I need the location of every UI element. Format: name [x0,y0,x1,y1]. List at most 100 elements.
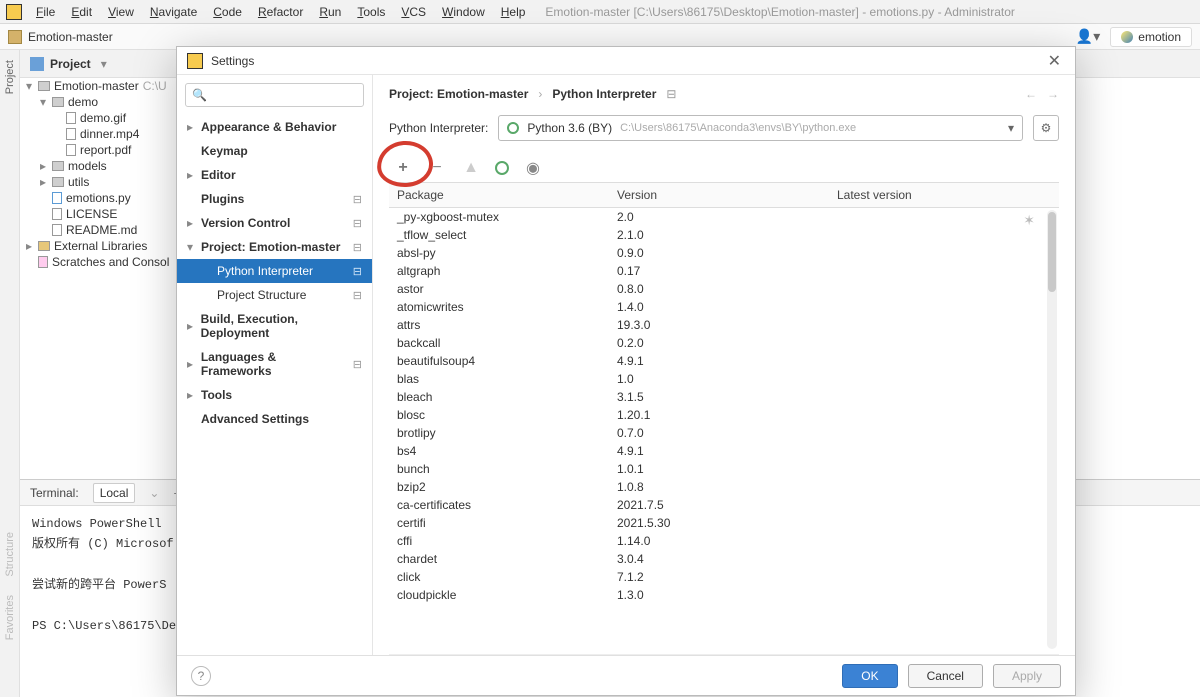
package-row[interactable]: atomicwrites1.4.0 [389,298,1059,316]
cancel-button[interactable]: Cancel [908,664,983,688]
package-row[interactable]: beautifulsoup44.9.1 [389,352,1059,370]
upgrade-package-button[interactable]: ▲ [461,159,481,177]
gutter-project[interactable]: Project [4,56,16,98]
project-icon [30,57,44,71]
python-icon [1121,31,1133,43]
package-row[interactable]: bleach3.1.5 [389,388,1059,406]
menu-window[interactable]: Window [434,2,493,22]
user-icon[interactable]: 👤▾ [1076,28,1100,45]
package-row[interactable]: bunch1.0.1 [389,460,1059,478]
dialog-app-icon [187,53,203,69]
folder-icon [8,30,22,44]
package-row[interactable]: astor0.8.0 [389,280,1059,298]
search-icon: 🔍 [192,88,207,102]
run-config-label: emotion [1138,30,1181,44]
package-row[interactable]: absl-py0.9.0 [389,244,1059,262]
package-table: Package Version Latest version ✶ _py-xgb… [389,183,1059,655]
settings-content: Project: Emotion-master › Python Interpr… [373,75,1075,655]
interpreter-label: Python Interpreter: [389,121,488,135]
interpreter-path: C:\Users\86175\Anaconda3\envs\BY\python.… [620,122,856,134]
package-row[interactable]: attrs19.3.0 [389,316,1059,334]
main-menubar: FileEditViewNavigateCodeRefactorRunTools… [0,0,1200,24]
package-scrollbar[interactable] [1047,210,1057,649]
package-row[interactable]: bzip21.0.8 [389,478,1059,496]
conda-toggle-button[interactable] [495,161,509,175]
interpreter-row: Python Interpreter: Python 3.6 (BY) C:\U… [389,115,1059,141]
package-rows[interactable]: ✶ _py-xgboost-mutex2.0_tflow_select2.1.0… [389,208,1059,651]
package-row[interactable]: _tflow_select2.1.0 [389,226,1059,244]
close-icon[interactable]: ✕ [1044,51,1065,71]
package-row[interactable]: _py-xgboost-mutex2.0 [389,208,1059,226]
settings-dialog: Settings ✕ 🔍 ▸Appearance & BehaviorKeyma… [176,46,1076,696]
settings-sidebar: 🔍 ▸Appearance & BehaviorKeymap▸EditorPlu… [177,75,373,655]
loading-spinner-icon: ✶ [1023,212,1035,229]
menu-refactor[interactable]: Refactor [250,2,311,22]
add-package-button[interactable]: + [393,159,413,177]
scrollbar-thumb[interactable] [1048,212,1056,292]
package-row[interactable]: chardet3.0.4 [389,550,1059,568]
nav-forward-icon[interactable]: → [1047,87,1059,101]
settings-category[interactable]: ▸Appearance & Behavior [177,115,372,139]
interpreter-select[interactable]: Python 3.6 (BY) C:\Users\86175\Anaconda3… [498,115,1023,141]
breadcrumb-b: Python Interpreter [552,87,656,101]
package-row[interactable]: bs44.9.1 [389,442,1059,460]
settings-category[interactable]: ▸Version Control⊟ [177,211,372,235]
menu-file[interactable]: File [28,2,63,22]
menu-navigate[interactable]: Navigate [142,2,205,22]
package-row[interactable]: backcall0.2.0 [389,334,1059,352]
package-row[interactable]: click7.1.2 [389,568,1059,586]
settings-category[interactable]: ▸Editor [177,163,372,187]
package-row[interactable]: certifi2021.5.30 [389,514,1059,532]
package-row[interactable]: ca-certificates2021.7.5 [389,496,1059,514]
dialog-title-text: Settings [211,54,254,68]
settings-category[interactable]: ▸Build, Execution, Deployment [177,307,372,345]
package-row[interactable]: blas1.0 [389,370,1059,388]
ok-button[interactable]: OK [842,664,897,688]
show-early-releases-button[interactable]: ◉ [523,158,543,178]
breadcrumb-scope-icon: ⊟ [666,87,676,101]
settings-category[interactable]: ▸Languages & Frameworks⊟ [177,345,372,383]
package-row[interactable]: blosc1.20.1 [389,406,1059,424]
terminal-tab-menu[interactable]: ⌄ [149,486,159,500]
run-config-pill[interactable]: emotion [1110,27,1192,47]
settings-category[interactable]: ▸Tools [177,383,372,407]
header-package[interactable]: Package [389,183,609,207]
menu-vcs[interactable]: VCS [393,2,434,22]
settings-category[interactable]: Plugins⊟ [177,187,372,211]
gutter-structure[interactable]: Structure [4,528,16,581]
apply-button[interactable]: Apply [993,664,1061,688]
chevron-down-icon: ▾ [1008,121,1014,135]
settings-category[interactable]: Python Interpreter⊟ [177,259,372,283]
breadcrumb-project[interactable]: Emotion-master [28,30,113,44]
breadcrumb-a[interactable]: Project: Emotion-master [389,87,528,101]
interpreter-settings-button[interactable]: ⚙ [1033,115,1059,141]
nav-back-icon[interactable]: ← [1025,87,1037,101]
chevron-right-icon: › [538,87,542,101]
settings-search-input[interactable]: 🔍 [185,83,364,107]
header-version[interactable]: Version [609,183,829,207]
settings-category[interactable]: Project Structure⊟ [177,283,372,307]
left-tool-gutter: Project Structure Favorites [0,50,20,697]
menu-run[interactable]: Run [311,2,349,22]
settings-category[interactable]: Keymap [177,139,372,163]
menu-code[interactable]: Code [205,2,250,22]
package-row[interactable]: altgraph0.17 [389,262,1059,280]
package-row[interactable]: cffi1.14.0 [389,532,1059,550]
settings-category[interactable]: ▾Project: Emotion-master⊟ [177,235,372,259]
gutter-favorites[interactable]: Favorites [4,591,16,644]
help-button[interactable]: ? [191,666,211,686]
dialog-footer: ? OK Cancel Apply [177,655,1075,695]
package-row[interactable]: cloudpickle1.3.0 [389,586,1059,604]
settings-category[interactable]: Advanced Settings [177,407,372,431]
terminal-tab-local[interactable]: Local [93,483,136,503]
menu-view[interactable]: View [100,2,142,22]
header-latest[interactable]: Latest version [829,183,1059,207]
menu-help[interactable]: Help [493,2,534,22]
menu-edit[interactable]: Edit [63,2,100,22]
remove-package-button[interactable]: − [427,159,447,177]
menu-tools[interactable]: Tools [349,2,393,22]
package-table-header: Package Version Latest version [389,183,1059,208]
chevron-down-icon[interactable]: ▾ [101,57,107,71]
package-row[interactable]: brotlipy0.7.0 [389,424,1059,442]
conda-icon [507,122,519,134]
